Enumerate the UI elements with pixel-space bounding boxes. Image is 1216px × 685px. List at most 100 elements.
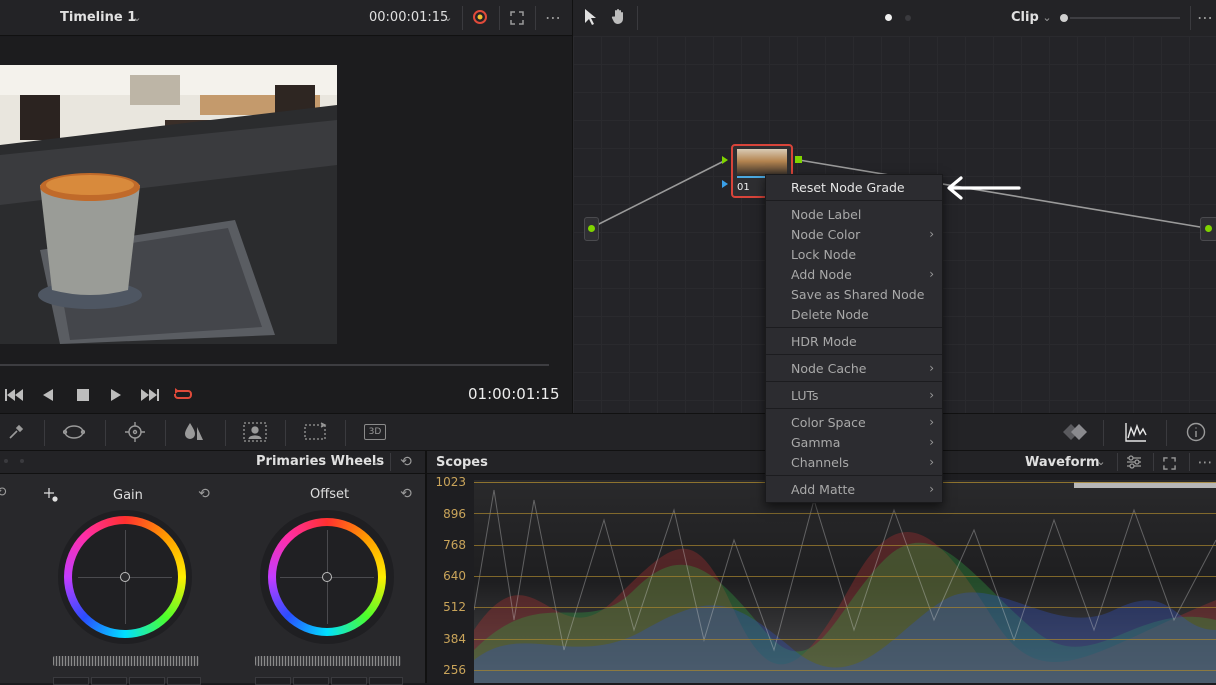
scopes-title: Scopes bbox=[436, 455, 488, 470]
menu-item-delete-node[interactable]: Delete Node bbox=[791, 307, 869, 322]
offset-wheel-label: Offset bbox=[310, 487, 350, 502]
wheels-mode-title[interactable]: Primaries Wheels bbox=[256, 454, 384, 469]
scale-label: 256 bbox=[443, 663, 466, 677]
submenu-chevron-icon: › bbox=[929, 415, 934, 429]
color-bypass-icon[interactable] bbox=[472, 9, 488, 25]
submenu-chevron-icon: › bbox=[929, 482, 934, 496]
mode-chevron-icon[interactable]: ⌄ bbox=[1040, 9, 1054, 25]
viewer: 01:00:01:15 bbox=[0, 37, 572, 413]
zoom-slider-handle[interactable] bbox=[1060, 14, 1068, 22]
stop-icon[interactable] bbox=[74, 386, 92, 404]
gain-wheel-handle[interactable] bbox=[120, 572, 130, 582]
tracker-icon[interactable] bbox=[124, 421, 146, 443]
node-thumbnail bbox=[737, 149, 787, 176]
node-more-options-icon[interactable]: ⋯ bbox=[1195, 6, 1215, 28]
menu-item-save-shared-node[interactable]: Save as Shared Node bbox=[791, 287, 924, 302]
scale-label: 384 bbox=[443, 632, 466, 646]
offset-master-slider[interactable] bbox=[255, 656, 401, 666]
gain-value-fields[interactable] bbox=[53, 677, 201, 685]
node-rgb-output[interactable] bbox=[795, 156, 802, 163]
arrow-left-icon bbox=[945, 176, 1021, 200]
node-editor-header: Clip ⌄ ⋯ bbox=[573, 0, 1216, 36]
more-options-icon[interactable]: ⋯ bbox=[542, 6, 564, 28]
menu-item-gamma[interactable]: Gamma bbox=[791, 435, 840, 450]
reset-gain-icon[interactable]: ⟲ bbox=[196, 486, 212, 502]
menu-item-node-cache[interactable]: Node Cache bbox=[791, 361, 866, 376]
clip-frame-image bbox=[0, 65, 337, 344]
hand-tool-icon[interactable] bbox=[611, 8, 629, 26]
scopes-icon[interactable] bbox=[1124, 421, 1148, 443]
submenu-chevron-icon: › bbox=[929, 227, 934, 241]
viewer-header: Timeline 1 ⌄ 00:00:01:15 ⌄ ⋯ bbox=[0, 0, 572, 36]
source-input[interactable] bbox=[584, 217, 599, 241]
menu-item-node-label[interactable]: Node Label bbox=[791, 207, 861, 222]
waveform-display bbox=[474, 480, 1216, 683]
node-mode-label[interactable]: Clip bbox=[1011, 10, 1039, 25]
pointer-tool-icon[interactable] bbox=[585, 9, 599, 27]
menu-item-add-matte[interactable]: Add Matte bbox=[791, 482, 855, 497]
zoom-slider-track[interactable] bbox=[1070, 17, 1180, 19]
scale-label: 640 bbox=[443, 569, 466, 583]
reset-lift-icon[interactable]: ⟲ bbox=[0, 485, 8, 500]
sizing-icon[interactable] bbox=[302, 421, 328, 443]
page-dot[interactable] bbox=[905, 15, 911, 21]
node-rgb-input[interactable] bbox=[722, 156, 728, 164]
menu-item-hdr-mode[interactable]: HDR Mode bbox=[791, 334, 857, 349]
node-context-menu: Reset Node Grade Node Label Node Color ›… bbox=[765, 174, 943, 503]
fullscreen-icon[interactable] bbox=[508, 9, 526, 27]
eyedropper-icon[interactable] bbox=[6, 422, 26, 442]
crosshair-icon[interactable] bbox=[44, 487, 58, 502]
scope-type-chevron-icon[interactable]: ⌄ bbox=[1094, 453, 1108, 469]
gain-wheel-label: Gain bbox=[113, 488, 143, 503]
scale-label: 1023 bbox=[435, 475, 466, 489]
offset-wheel-handle[interactable] bbox=[322, 572, 332, 582]
scale-label: 896 bbox=[443, 507, 466, 521]
timeline-name[interactable]: Timeline 1 bbox=[60, 10, 136, 25]
menu-item-lock-node[interactable]: Lock Node bbox=[791, 247, 856, 262]
skip-to-end-icon[interactable] bbox=[139, 386, 161, 404]
primaries-wheels-panel: Primaries Wheels ⌄ ⟲ ⟲ Gain ⟲ Offset ⟲ bbox=[0, 451, 425, 685]
reset-all-icon[interactable]: ⟲ bbox=[398, 453, 414, 471]
info-icon[interactable] bbox=[1185, 421, 1207, 443]
wheels-header: Primaries Wheels ⌄ ⟲ bbox=[0, 451, 425, 474]
gain-color-wheel[interactable] bbox=[58, 510, 192, 644]
curves-window-icon[interactable] bbox=[63, 422, 85, 442]
menu-item-node-color[interactable]: Node Color bbox=[791, 227, 860, 242]
palette-toolbar: 3D bbox=[0, 413, 1216, 451]
gain-master-slider[interactable] bbox=[53, 656, 199, 666]
menu-item-luts[interactable]: LUTs bbox=[791, 388, 819, 403]
key-icon[interactable] bbox=[243, 421, 267, 443]
play-reverse-icon[interactable] bbox=[40, 386, 56, 404]
submenu-chevron-icon: › bbox=[929, 388, 934, 402]
play-icon[interactable] bbox=[108, 386, 124, 404]
loop-icon[interactable] bbox=[172, 385, 194, 405]
skip-to-start-icon[interactable] bbox=[4, 386, 24, 404]
scope-more-icon[interactable]: ⋯ bbox=[1195, 452, 1215, 472]
scope-settings-icon[interactable] bbox=[1126, 454, 1142, 470]
submenu-chevron-icon: › bbox=[929, 267, 934, 281]
menu-item-channels[interactable]: Channels bbox=[791, 455, 849, 470]
chevron-down-icon[interactable]: ⌄ bbox=[130, 9, 144, 25]
wheels-mode-chevron-icon[interactable]: ⌄ bbox=[369, 453, 383, 469]
offset-value-fields[interactable] bbox=[255, 677, 403, 685]
scrubber-bar[interactable] bbox=[0, 364, 549, 366]
node-number: 01 bbox=[737, 182, 750, 193]
menu-item-reset-node-grade[interactable]: Reset Node Grade bbox=[791, 180, 905, 195]
offset-color-wheel[interactable] bbox=[260, 510, 394, 644]
playhead-timecode: 01:00:01:15 bbox=[468, 385, 560, 403]
reset-offset-icon[interactable]: ⟲ bbox=[398, 486, 414, 502]
timecode-display[interactable]: 00:00:01:15 bbox=[369, 10, 448, 25]
menu-item-color-space[interactable]: Color Space bbox=[791, 415, 866, 430]
page-dot-active[interactable] bbox=[885, 14, 892, 21]
timecode-chevron-icon[interactable]: ⌄ bbox=[441, 9, 455, 25]
keyframes-icon[interactable] bbox=[1063, 422, 1089, 442]
blur-icon[interactable] bbox=[183, 421, 205, 443]
scale-label: 768 bbox=[443, 538, 466, 552]
scope-type-selector[interactable]: Waveform bbox=[1025, 455, 1099, 470]
clip-output[interactable] bbox=[1200, 217, 1216, 241]
node-key-input[interactable] bbox=[722, 180, 728, 188]
3d-button[interactable]: 3D bbox=[364, 424, 386, 440]
submenu-chevron-icon: › bbox=[929, 455, 934, 469]
scope-expand-icon[interactable] bbox=[1163, 455, 1177, 470]
menu-item-add-node[interactable]: Add Node bbox=[791, 267, 852, 282]
